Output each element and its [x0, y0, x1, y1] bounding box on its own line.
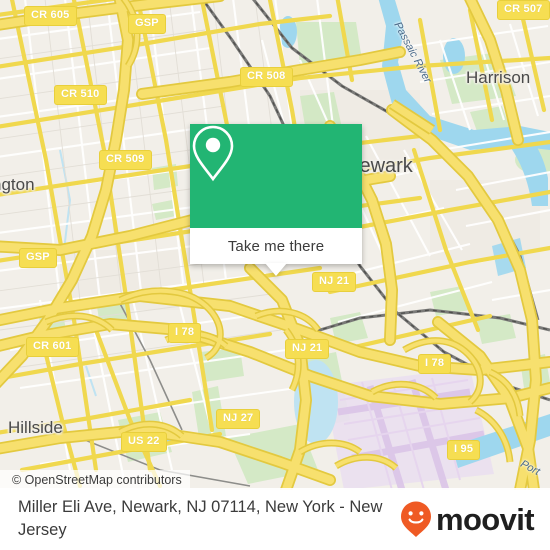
road-shield: CR 601	[26, 337, 79, 357]
moovit-wordmark: moovit	[435, 501, 535, 537]
road-shield: GSP	[128, 14, 166, 34]
road-shield: NJ 21	[285, 339, 330, 359]
road-shield: I 95	[447, 440, 481, 460]
map-screenshot: CR 605 GSP CR 507 CR 508 CR 510 CR 509 GSP NJ 2…	[0, 0, 550, 550]
map-canvas[interactable]: CR 605 GSP CR 507 CR 508 CR 510 CR 509 GSP NJ 2…	[0, 0, 550, 490]
location-pin-icon	[192, 125, 234, 182]
attribution-text: © OpenStreetMap contributors	[12, 473, 182, 487]
road-shield: CR 605	[24, 6, 77, 26]
info-card-pointer	[265, 263, 287, 276]
road-shield: I 78	[418, 354, 452, 374]
moovit-smiley-pin-icon	[400, 501, 431, 537]
road-shield: NJ 27	[216, 409, 261, 429]
address-text: Miller Eli Ave, Newark, NJ 07114, New Yo…	[18, 498, 383, 539]
take-me-there-button[interactable]: Take me there	[190, 228, 362, 276]
moovit-logo[interactable]: moovit	[399, 500, 550, 538]
place-label: Hillside	[8, 418, 63, 437]
road-shield: CR 509	[99, 150, 152, 170]
road-shield: CR 507	[497, 0, 550, 20]
road-shield: GSP	[19, 248, 57, 268]
road-shield: NJ 21	[312, 272, 357, 292]
road-shield: CR 510	[54, 85, 107, 105]
map-attribution[interactable]: © OpenStreetMap contributors	[0, 470, 190, 490]
place-label: Harrison	[466, 68, 531, 87]
take-me-there-label: Take me there	[227, 237, 325, 255]
road-shield: CR 508	[240, 67, 293, 87]
info-card-image	[190, 124, 362, 228]
road-shield: I 78	[168, 323, 202, 343]
footer-bar: Miller Eli Ave, Newark, NJ 07114, New Yo…	[0, 488, 550, 550]
road-shield: US 22	[121, 432, 167, 452]
location-info-card[interactable]: Take me there	[190, 124, 362, 276]
place-label: ngton	[0, 175, 35, 194]
